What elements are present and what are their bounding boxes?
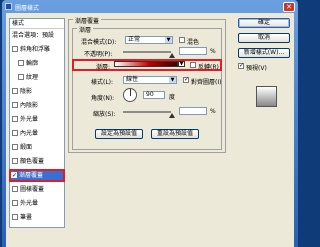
style-list-item[interactable]: 內陰影 xyxy=(12,101,38,110)
opacity-input[interactable] xyxy=(179,47,207,55)
style-label: 輪廓 xyxy=(26,60,39,67)
layer-style-dialog: 圖層樣式 ✕ 樣式 混合選項：預設 斜角和浮雕 輪廓 紋理 陰影 內陰影 外光暈 內光暈 緞面顏… xyxy=(2,0,298,247)
dialog-body: 樣式 混合選項：預設斜角和浮雕輪廓紋理陰影內陰影外光暈內光暈緞面顏色覆蓋漸層覆蓋… xyxy=(6,13,294,247)
style-checkbox[interactable] xyxy=(11,171,17,180)
title-bar: 圖層樣式 ✕ xyxy=(2,0,298,13)
blend-mode-select[interactable]: 正常 ▼ xyxy=(125,36,173,44)
style-label: 外光暈 xyxy=(20,200,39,207)
chevron-down-icon: ▼ xyxy=(169,77,176,83)
style-checkbox[interactable] xyxy=(12,157,18,164)
window-title: 圖層樣式 xyxy=(15,5,40,12)
style-label: 斜角和浮雕 xyxy=(20,46,51,53)
style-list-item[interactable]: 圖樣覆蓋 xyxy=(12,185,44,194)
make-default-button[interactable]: 設定為預設值 xyxy=(95,129,143,139)
opacity-slider-handle[interactable] xyxy=(169,53,175,58)
angle-dial[interactable] xyxy=(123,88,137,102)
style-checkbox[interactable] xyxy=(12,45,18,52)
style-label: 顏色覆蓋 xyxy=(20,158,45,165)
style-checkbox[interactable] xyxy=(12,143,18,150)
style-label: 內光暈 xyxy=(20,130,39,137)
style-checkbox[interactable] xyxy=(12,101,18,108)
scale-label: 縮放(S): xyxy=(93,111,116,118)
angle-unit: 度 xyxy=(169,94,176,101)
style-list-item[interactable]: 紋理 xyxy=(18,73,38,82)
ok-button[interactable]: 確定 xyxy=(238,18,290,28)
style-list-item[interactable]: 內光暈 xyxy=(12,129,38,138)
opacity-unit: % xyxy=(210,48,216,55)
style-label: 外光暈 xyxy=(20,116,39,123)
style-list-item[interactable]: 緞面 xyxy=(12,143,32,152)
opacity-slider[interactable] xyxy=(123,51,171,53)
reset-default-button[interactable]: 重設為預設值 xyxy=(151,129,199,139)
align-with-layer-label: 對齊圖層(I) xyxy=(191,79,222,86)
style-checkbox[interactable] xyxy=(18,73,24,80)
style-label: 混合選項：預設 xyxy=(12,32,55,39)
subgroup-title: 漸層 xyxy=(77,25,94,34)
dither-checkbox[interactable] xyxy=(179,37,185,43)
reverse-checkbox[interactable] xyxy=(190,62,196,68)
opacity-label: 不透明(P): xyxy=(84,51,113,58)
style-checkbox[interactable] xyxy=(12,199,18,206)
style-checkbox[interactable] xyxy=(12,213,18,220)
dither-label: 混色 xyxy=(187,39,200,46)
angle-input[interactable]: 90 xyxy=(143,91,165,99)
reverse-label: 反轉(R) xyxy=(198,64,219,71)
app-icon xyxy=(5,3,12,10)
group-title: 漸層覆蓋 xyxy=(73,16,102,25)
style-label: 圖樣覆蓋 xyxy=(20,186,45,193)
style-checkbox[interactable] xyxy=(12,129,18,136)
cancel-button[interactable]: 取消 xyxy=(238,33,290,43)
style-preview-swatch xyxy=(256,86,277,107)
style-list-item[interactable]: 漸層覆蓋 xyxy=(9,169,65,182)
angle-label: 角度(N): xyxy=(91,95,115,102)
align-with-layer-checkbox[interactable] xyxy=(183,76,189,83)
style-list-item[interactable]: 陰影 xyxy=(12,87,32,96)
preview-label: 預視(V) xyxy=(246,65,267,72)
style-label: 緞面 xyxy=(20,144,33,151)
style-list-item[interactable]: 斜角和浮雕 xyxy=(12,45,50,54)
style-label: 紋理 xyxy=(26,74,39,81)
style-label: 樣式(L): xyxy=(91,79,114,86)
blend-mode-value: 正常 xyxy=(128,36,141,43)
preview-checkbox[interactable] xyxy=(238,62,244,69)
style-label: 陰影 xyxy=(20,88,33,95)
style-checkbox[interactable] xyxy=(12,115,18,122)
styles-list: 樣式 混合選項：預設斜角和浮雕輪廓紋理陰影內陰影外光暈內光暈緞面顏色覆蓋漸層覆蓋… xyxy=(9,18,65,228)
chevron-down-icon: ▼ xyxy=(165,37,172,43)
scale-input[interactable] xyxy=(179,107,207,115)
gradient-overlay-group: 漸層覆蓋 漸層 混合模式(D): 正常 ▼ 混色 不透明(P): % 漸層: ▼… xyxy=(68,16,226,153)
style-value: 線性 xyxy=(126,76,139,83)
style-list-item[interactable]: 筆畫 xyxy=(12,213,32,222)
style-select[interactable]: 線性 ▼ xyxy=(123,76,177,84)
chevron-down-icon[interactable]: ▼ xyxy=(178,61,185,67)
style-label: 內陰影 xyxy=(20,102,39,109)
scale-slider-handle[interactable] xyxy=(169,113,175,118)
new-style-button[interactable]: 新增樣式(W)... xyxy=(238,48,290,58)
style-checkbox[interactable] xyxy=(12,185,18,192)
angle-value: 90 xyxy=(146,91,154,98)
scale-slider[interactable] xyxy=(123,111,171,113)
style-label: 筆畫 xyxy=(20,214,33,221)
style-list-item[interactable]: 顏色覆蓋 xyxy=(12,157,44,166)
style-checkbox[interactable] xyxy=(18,59,24,66)
style-label: 漸層覆蓋 xyxy=(19,172,44,179)
close-button[interactable]: ✕ xyxy=(283,2,295,12)
scale-unit: % xyxy=(210,108,216,115)
style-list-item[interactable]: 混合選項：預設 xyxy=(12,31,54,40)
gradient-label: 漸層: xyxy=(96,64,111,71)
blend-mode-label: 混合模式(D): xyxy=(81,39,117,46)
styles-header[interactable]: 樣式 xyxy=(10,19,64,29)
style-list-item[interactable]: 外光暈 xyxy=(12,199,38,208)
style-list-item[interactable]: 輪廓 xyxy=(18,59,38,68)
style-list-item[interactable]: 外光暈 xyxy=(12,115,38,124)
gradient-row-highlight: 漸層: ▼ 反轉(R) xyxy=(72,59,222,71)
gradient-subgroup: 漸層 混合模式(D): 正常 ▼ 混色 不透明(P): % 漸層: ▼ 反轉(R… xyxy=(72,25,222,150)
style-checkbox[interactable] xyxy=(12,87,18,94)
gradient-swatch[interactable] xyxy=(114,61,178,67)
